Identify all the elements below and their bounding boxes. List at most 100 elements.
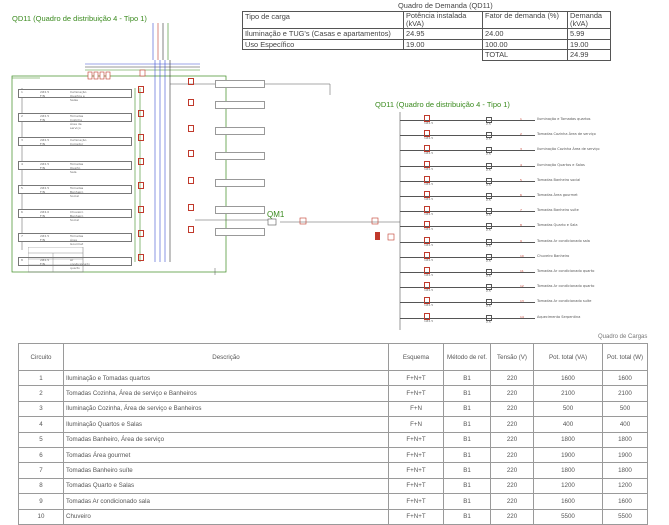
left-circuit-cable: 2#2.5 F/N	[40, 90, 50, 98]
circuit-line	[400, 226, 535, 228]
breaker-rating: 1#2.5	[424, 151, 434, 156]
demand-cell	[404, 50, 483, 61]
left-circuit-label: Iluminação Quartos e Salas	[70, 90, 87, 102]
circuit-no: 10	[520, 253, 524, 258]
load-cell: B1	[443, 493, 491, 510]
circuit-line	[400, 165, 535, 167]
circuit-line	[400, 287, 535, 289]
circuit-phase: 2.5	[486, 198, 491, 202]
demand-header-type: Tipo de carga	[242, 11, 404, 29]
load-header-circuit: Circuito	[18, 343, 64, 371]
circuit-no: 11	[520, 269, 524, 273]
demand-header-power: Potência instalada (kVA)	[403, 11, 483, 29]
breaker-rating: 1#2.5	[424, 242, 434, 247]
load-cell: B1	[443, 385, 491, 402]
circuit-phase: 2.5	[486, 304, 491, 309]
load-cell: B1	[443, 446, 491, 464]
load-cell: F+N+T	[388, 446, 444, 464]
circuit-phase: 2.5	[486, 258, 491, 263]
left-circuit-label: Tomadas Área Gourmet	[70, 234, 84, 246]
demand-cell: Uso Específico	[242, 38, 404, 51]
left-circuit-cable: 2#2.5 F/N	[40, 162, 50, 170]
breaker-icon	[188, 177, 194, 184]
load-header-method: Método de ref.	[443, 343, 491, 371]
circuit-label: Iluminação Quartos e Salas	[537, 162, 585, 167]
load-cell: B1	[443, 477, 491, 495]
left-circuit-cable: 2#2.5 F/N	[40, 186, 50, 194]
load-cell: F+N+T	[388, 385, 444, 402]
left-circuit-label: Tomadas Quarto Sala	[70, 162, 84, 174]
circuit-phase: 2.5	[486, 228, 491, 233]
circuit-label: Tomadas Área gourmet	[537, 193, 578, 197]
circuit-label: Tomadas Banheiro suíte	[537, 208, 579, 213]
load-cell: 220	[490, 400, 534, 418]
load-table-row: 1 Iluminação e Tomadas quartos F+N+T B1 220 1…	[18, 369, 648, 387]
demand-total-label: TOTAL	[482, 49, 568, 61]
load-cell: Tomadas Quarto e Salas	[63, 477, 389, 495]
breaker-rating: 1#2.5	[424, 166, 434, 171]
circuit-no: 14	[520, 314, 524, 319]
right-circuit-row: 1#2.5 2.5 7 Tomadas Banheiro suíte	[400, 206, 669, 218]
circuit-no: 2	[520, 132, 522, 137]
load-cell: 500	[602, 400, 648, 418]
breaker-rating: 1#2.5	[424, 181, 434, 186]
load-table-caption: Quadro de Cargas	[598, 334, 648, 340]
breaker-rating: 1#2.5	[424, 212, 434, 217]
left-load-box	[215, 152, 265, 160]
load-cell: Chuveiro	[63, 508, 389, 525]
load-cell: 5500	[533, 508, 603, 525]
breaker-icon	[188, 150, 194, 157]
load-cell: 7	[18, 462, 64, 479]
load-header-voltage: Tensão (V)	[490, 343, 534, 371]
load-cell: B1	[443, 416, 491, 433]
circuit-phase: 2.5	[486, 152, 491, 157]
breaker-icon	[188, 78, 194, 85]
load-cell: 220	[490, 477, 534, 495]
right-circuit-row: 1#2.5 2.5 9 Tomadas Ar condicionado sala	[400, 236, 669, 248]
load-cell: Tomadas Banheiro suíte	[63, 462, 389, 479]
left-circuit-code: 5	[21, 186, 23, 190]
left-load-box	[215, 80, 265, 88]
load-cell: F+N+T	[388, 462, 444, 479]
load-cell: 220	[490, 446, 534, 464]
left-circuit-cable: 2#2.5 F/N	[40, 138, 50, 146]
circuit-label: Tomadas Banheiro social	[537, 177, 581, 182]
left-load-box	[215, 228, 265, 236]
load-table-row: 6 Tomadas Área gourmet F+N+T B1 220 1900 1900	[18, 446, 648, 464]
right-circuit-row: 1#2.5 2.5 3 Iluminação Cozinha Área de serv…	[400, 145, 669, 157]
left-circuit-code: 7	[21, 234, 23, 238]
left-circuit-code: 2	[21, 114, 23, 118]
right-circuit-row: 1#2.5 2.5 10 Chuveiro Banheiro	[400, 251, 669, 263]
circuit-no: 13	[520, 299, 524, 304]
load-cell: 2	[18, 385, 64, 402]
load-cell: 400	[533, 416, 603, 433]
circuit-label: Iluminação Cozinha Área de serviço	[537, 147, 600, 152]
right-circuit-row: 1#2.5 2.5 13 Tomadas Ar condicionado suíte	[400, 297, 669, 309]
load-cell: 2100	[602, 385, 648, 402]
load-cell: F+N+T	[388, 508, 444, 525]
load-cell: 1900	[602, 446, 648, 464]
load-cell: 4	[18, 416, 64, 433]
load-cell: 220	[490, 493, 534, 510]
left-circuit-cable: 2#2.5 F/N	[40, 114, 50, 122]
left-circuit-label: Chuveiro Banheiro Social	[70, 210, 84, 222]
load-cell: 220	[490, 508, 534, 525]
circuit-phase: 2.5	[486, 274, 491, 278]
circuit-line	[400, 196, 535, 197]
right-circuit-row: 1#2.5 2.5 2 Tomadas Cozinha Área de serviço	[400, 130, 669, 141]
load-table-header: Circuito Descrição Esquema Método de ref…	[18, 343, 648, 371]
demand-header-factor: Fator de demanda (%)	[482, 11, 568, 29]
load-cell: 2100	[533, 385, 603, 402]
breaker-icon	[138, 230, 144, 237]
load-cell: B1	[443, 462, 491, 479]
load-cell: F+N+T	[388, 431, 444, 448]
breaker-icon	[138, 254, 144, 261]
left-circuit-code: 8	[21, 258, 23, 262]
circuit-phase: 2.5	[486, 213, 491, 218]
circuit-no: 8	[520, 223, 522, 228]
load-cell: 5500	[602, 508, 648, 525]
circuit-phase: 2.5	[486, 122, 491, 126]
load-cell: B1	[443, 431, 491, 448]
load-cell: 8	[18, 477, 64, 495]
load-table-row: 2 Tomadas Cozinha, Área de serviço e Banh…	[18, 385, 648, 402]
